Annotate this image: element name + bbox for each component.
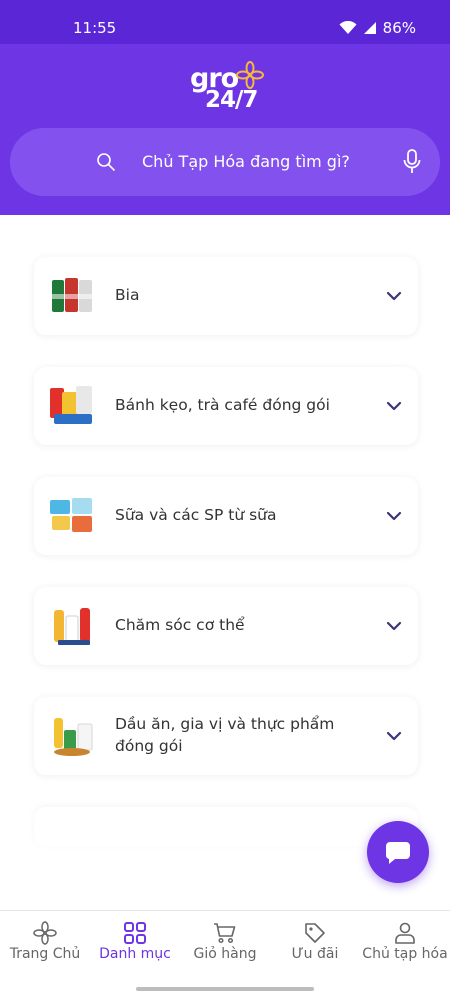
flower-home-icon[interactable] [33, 921, 57, 945]
nav-item-offers[interactable]: Ưu đãi [270, 911, 360, 991]
cooking-oil-icon [54, 718, 93, 756]
nav-label[interactable]: Chủ tạp hóa [360, 945, 450, 965]
snacks-icon [50, 386, 92, 424]
category-item-dau-an[interactable]: Dầu ăn, gia vị và thực phẩm đóng gói [34, 697, 418, 775]
nav-item-account[interactable]: Chủ tạp hóa [360, 911, 450, 991]
chat-bubble-icon[interactable] [384, 838, 412, 866]
category-label: Chăm sóc cơ thể [115, 616, 245, 635]
chat-button[interactable] [367, 821, 429, 883]
chevron-down-icon[interactable] [386, 728, 402, 744]
chevron-down-icon[interactable] [386, 508, 402, 524]
grid-icon[interactable] [123, 921, 147, 945]
category-label: Sữa và các SP từ sữa [115, 506, 277, 525]
chevron-down-icon[interactable] [386, 288, 402, 304]
status-bar: 11:55 86% [0, 0, 450, 44]
logo-text-247: 24/7 [205, 87, 258, 113]
nav-label[interactable]: Giỏ hàng [180, 945, 270, 965]
search-placeholder[interactable]: Chủ Tạp Hóa đang tìm gì? [142, 152, 350, 171]
header: gro 24/7 Chủ Tạp Hóa đang tìm gì? [0, 44, 450, 215]
body-care-icon [54, 608, 90, 645]
category-item-bia[interactable]: Bia [34, 257, 418, 335]
category-label: Bánh kẹo, trà café đóng gói [115, 396, 330, 415]
nav-item-cart[interactable]: Giỏ hàng [180, 911, 270, 991]
logo-flower-icon [236, 61, 264, 89]
status-icons: 86% [339, 19, 416, 37]
nav-label[interactable]: Danh mục [90, 945, 180, 965]
nav-item-categories[interactable]: Danh mục [90, 911, 180, 991]
search-icon[interactable] [96, 152, 116, 172]
nav-label[interactable]: Trang Chủ [0, 945, 90, 965]
wifi-icon [339, 21, 357, 34]
category-item-partial[interactable] [34, 807, 418, 847]
beer-cans-icon [52, 278, 92, 312]
home-indicator [136, 987, 314, 991]
microphone-icon[interactable] [402, 149, 422, 175]
cart-icon[interactable] [213, 921, 237, 945]
nav-label[interactable]: Ưu đãi [270, 945, 360, 965]
tag-icon[interactable] [303, 921, 327, 945]
category-item-sua[interactable]: Sữa và các SP từ sữa [34, 477, 418, 555]
signal-icon [363, 22, 376, 34]
milk-products-icon [50, 498, 92, 532]
category-item-cham-soc[interactable]: Chăm sóc cơ thể [34, 587, 418, 665]
category-label: Dầu ăn, gia vị và thực phẩm đóng gói [115, 715, 335, 755]
nav-item-home[interactable]: Trang Chủ [0, 911, 90, 991]
category-label: Bia [115, 286, 140, 305]
battery-text: 86% [382, 19, 416, 37]
category-item-banh-keo[interactable]: Bánh kẹo, trà café đóng gói [34, 367, 418, 445]
chevron-down-icon[interactable] [386, 618, 402, 634]
chevron-down-icon[interactable] [386, 398, 402, 414]
gro247-logo: gro 24/7 [190, 61, 270, 117]
user-icon[interactable] [393, 921, 417, 945]
status-time: 11:55 [73, 19, 117, 37]
search-bar[interactable]: Chủ Tạp Hóa đang tìm gì? [10, 128, 440, 196]
